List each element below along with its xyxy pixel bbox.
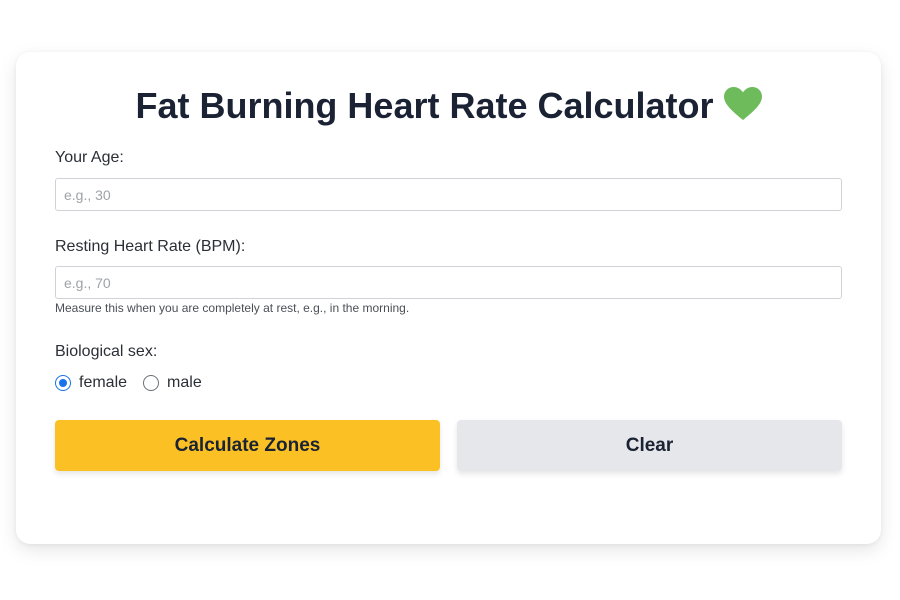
radio-male-label[interactable]: male [167, 374, 202, 392]
calculate-zones-button[interactable]: Calculate Zones [55, 420, 440, 471]
radio-option-male[interactable]: male [143, 374, 202, 392]
green-heart-icon [723, 87, 762, 131]
age-label: Your Age: [55, 149, 124, 166]
radio-female-button[interactable] [55, 375, 71, 391]
resting-heart-rate-hint: Measure this when you are completely at … [55, 301, 410, 315]
resting-heart-rate-input[interactable] [55, 266, 842, 299]
clear-button[interactable]: Clear [457, 420, 842, 471]
biological-sex-label: Biological sex: [55, 343, 158, 360]
radio-option-female[interactable]: female [55, 374, 127, 392]
sex-radio-group: female male [55, 372, 218, 394]
page-title-text: Fat Burning Heart Rate Calculator [135, 85, 714, 126]
calculator-card: Fat Burning Heart Rate Calculator Your A… [16, 52, 881, 544]
resting-heart-rate-label: Resting Heart Rate (BPM): [55, 238, 246, 255]
page-title: Fat Burning Heart Rate Calculator [16, 84, 881, 131]
radio-female-label[interactable]: female [79, 374, 127, 392]
age-input[interactable] [55, 178, 842, 211]
radio-male-button[interactable] [143, 375, 160, 391]
